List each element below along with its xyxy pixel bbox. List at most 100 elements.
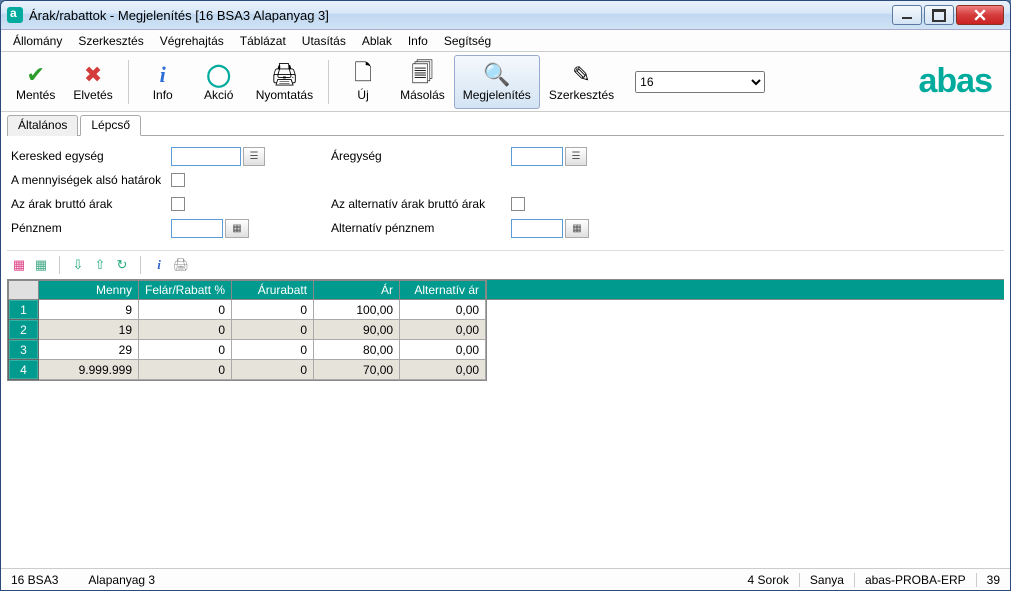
col-arurabatt[interactable]: Árurabatt: [232, 281, 314, 300]
record-selector[interactable]: 16: [635, 71, 765, 93]
table-row[interactable]: 1900100,000,00: [9, 300, 486, 320]
cell-ar[interactable]: 70,00: [314, 360, 400, 380]
brand-logo: abas: [919, 62, 993, 101]
cell-felar[interactable]: 0: [139, 300, 232, 320]
cell-menny[interactable]: 9.999.999: [39, 360, 139, 380]
grid-print-icon[interactable]: 🖨: [171, 255, 191, 275]
rownum-cell[interactable]: 4: [9, 360, 39, 380]
rownum-cell[interactable]: 2: [9, 320, 39, 340]
tab-bar: Általános Lépcső: [7, 114, 1004, 136]
cell-arurabatt[interactable]: 0: [232, 340, 314, 360]
info-icon: i: [160, 62, 166, 88]
grid-add-row-icon[interactable]: ▦: [9, 255, 29, 275]
cell-arurabatt[interactable]: 0: [232, 360, 314, 380]
status-num: 39: [976, 573, 1000, 587]
cell-ar[interactable]: 100,00: [314, 300, 400, 320]
cell-felar[interactable]: 0: [139, 340, 232, 360]
grid-toolbar: ▦ ▦ ⇩ ⇧ ↻ i 🖨: [7, 250, 1004, 279]
print-button[interactable]: 🖨 Nyomtatás: [247, 55, 322, 109]
grid-refresh-icon[interactable]: ↻: [112, 255, 132, 275]
cell-alt[interactable]: 0,00: [400, 300, 486, 320]
cell-felar[interactable]: 0: [139, 320, 232, 340]
rownum-header: [9, 281, 39, 300]
toolbar-separator: [128, 60, 129, 104]
label-aregyseg: Áregység: [331, 149, 511, 163]
grid-import-icon[interactable]: ⇧: [90, 255, 110, 275]
menu-ablak[interactable]: Ablak: [354, 32, 400, 50]
status-server: abas-PROBA-ERP: [854, 573, 966, 587]
penznem-input[interactable]: [171, 219, 223, 238]
cell-menny[interactable]: 19: [39, 320, 139, 340]
table-row[interactable]: 3290080,000,00: [9, 340, 486, 360]
toolbar-separator: [328, 60, 329, 104]
aregyseg-picker[interactable]: ☰: [565, 147, 587, 166]
label-mennyisegek-also: A mennyiségek alsó határok: [11, 173, 171, 187]
action-button[interactable]: ◯ Akció: [191, 55, 247, 109]
copy-button[interactable]: 🗐 Másolás: [391, 55, 454, 109]
printer-icon: 🖨: [270, 62, 298, 88]
cell-ar[interactable]: 80,00: [314, 340, 400, 360]
tab-altalanos[interactable]: Általános: [7, 115, 78, 136]
label-alt-brutto: Az alternatív árak bruttó árak: [331, 197, 511, 211]
new-button[interactable]: 🗋 Új: [335, 55, 391, 109]
label-penznem: Pénznem: [11, 221, 171, 235]
menu-allomany[interactable]: Állomány: [5, 32, 70, 50]
penznem-picker[interactable]: ▦: [225, 219, 249, 238]
minimize-button[interactable]: [892, 5, 922, 25]
x-icon: ✖: [84, 62, 102, 88]
cell-menny[interactable]: 29: [39, 340, 139, 360]
menu-tablazat[interactable]: Táblázat: [232, 32, 294, 50]
pencil-icon: ✎: [572, 62, 590, 88]
tab-lepcso[interactable]: Lépcső: [80, 115, 141, 136]
mennyisegek-also-checkbox[interactable]: [171, 173, 185, 187]
arak-brutto-checkbox[interactable]: [171, 197, 185, 211]
col-alt-ar[interactable]: Alternatív ár: [400, 281, 486, 300]
titlebar: Árak/rabattok - Megjelenítés [16 BSA3 Al…: [1, 1, 1010, 30]
label-keresked-egyseg: Keresked egység: [11, 149, 171, 163]
menu-szerkesztes[interactable]: Szerkesztés: [70, 32, 151, 50]
edit-button[interactable]: ✎ Szerkesztés: [540, 55, 623, 109]
maximize-button[interactable]: [924, 5, 954, 25]
menu-segitseg[interactable]: Segítség: [436, 32, 499, 50]
grid-config-icon[interactable]: ▦: [31, 255, 51, 275]
col-menny[interactable]: Menny: [39, 281, 139, 300]
grid-export-icon[interactable]: ⇩: [68, 255, 88, 275]
keresked-egyseg-input[interactable]: [171, 147, 241, 166]
toolbar: ✔ Mentés ✖ Elvetés i Info ◯ Akció 🖨 Nyom…: [1, 52, 1010, 112]
menu-utasitas[interactable]: Utasítás: [294, 32, 354, 50]
status-code: 16 BSA3: [11, 573, 58, 587]
col-ar[interactable]: Ár: [314, 281, 400, 300]
window-title: Árak/rabattok - Megjelenítés [16 BSA3 Al…: [29, 8, 890, 23]
rownum-cell[interactable]: 1: [9, 300, 39, 320]
table-row[interactable]: 2190090,000,00: [9, 320, 486, 340]
display-button[interactable]: 🔍 Megjelenítés: [454, 55, 540, 109]
cell-alt[interactable]: 0,00: [400, 340, 486, 360]
menu-info[interactable]: Info: [400, 32, 436, 50]
cell-ar[interactable]: 90,00: [314, 320, 400, 340]
cell-alt[interactable]: 0,00: [400, 360, 486, 380]
data-grid[interactable]: Menny Felár/Rabatt % Árurabatt Ár Altern…: [7, 279, 487, 381]
cell-felar[interactable]: 0: [139, 360, 232, 380]
grid-info-icon[interactable]: i: [149, 255, 169, 275]
statusbar: 16 BSA3 Alapanyag 3 4 Sorok Sanya abas-P…: [1, 568, 1010, 590]
cell-arurabatt[interactable]: 0: [232, 300, 314, 320]
menu-vegrehajtas[interactable]: Végrehajtás: [152, 32, 232, 50]
rownum-cell[interactable]: 3: [9, 340, 39, 360]
info-button[interactable]: i Info: [135, 55, 191, 109]
table-row[interactable]: 49.999.9990070,000,00: [9, 360, 486, 380]
status-sorok: 4 Sorok: [748, 573, 789, 587]
aregyseg-input[interactable]: [511, 147, 563, 166]
magnifier-icon: 🔍: [483, 62, 510, 88]
alt-penznem-input[interactable]: [511, 219, 563, 238]
alt-brutto-checkbox[interactable]: [511, 197, 525, 211]
col-felar[interactable]: Felár/Rabatt %: [139, 281, 232, 300]
close-button[interactable]: [956, 5, 1004, 25]
discard-button[interactable]: ✖ Elvetés: [64, 55, 121, 109]
cell-menny[interactable]: 9: [39, 300, 139, 320]
keresked-egyseg-picker[interactable]: ☰: [243, 147, 265, 166]
alt-penznem-picker[interactable]: ▦: [565, 219, 589, 238]
save-button[interactable]: ✔ Mentés: [7, 55, 64, 109]
cell-arurabatt[interactable]: 0: [232, 320, 314, 340]
record-select[interactable]: 16: [635, 71, 765, 93]
cell-alt[interactable]: 0,00: [400, 320, 486, 340]
